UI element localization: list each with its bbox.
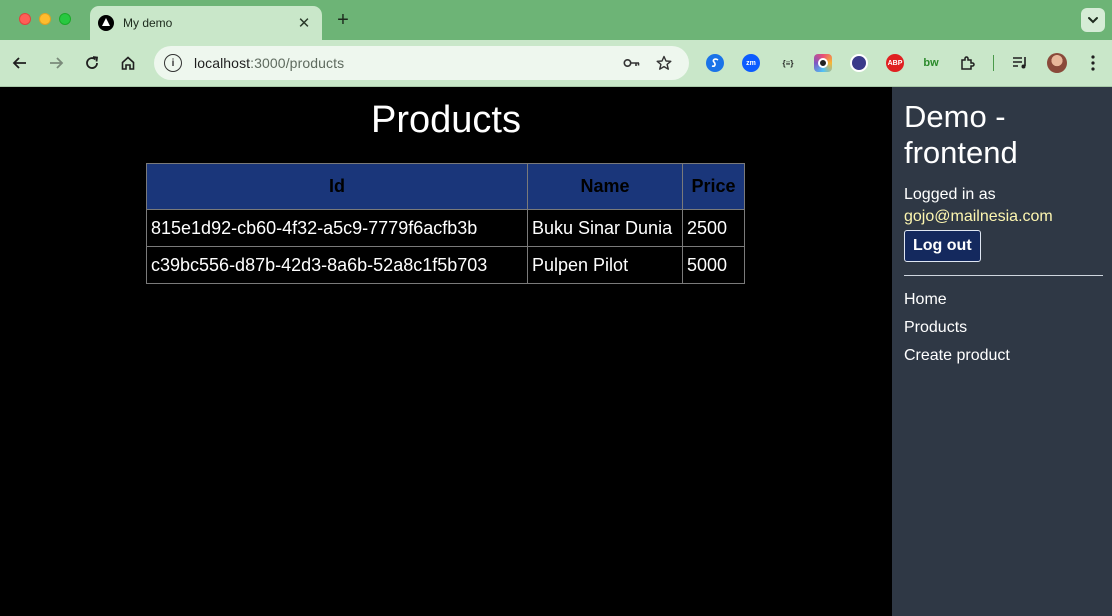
arrow-right-icon	[50, 57, 64, 69]
tab-favicon-icon	[98, 15, 114, 31]
cell-id: 815e1d92-cb60-4f32-a5c9-7779f6acfb3b	[146, 209, 528, 247]
extension-json-icon[interactable]: {≡}	[778, 54, 798, 72]
url-host: localhost	[194, 55, 251, 71]
table-header-row: Id Name Price	[146, 163, 745, 210]
arrow-left-icon	[12, 57, 26, 69]
reload-icon	[86, 56, 99, 69]
reload-button[interactable]	[79, 50, 105, 76]
column-header-name: Name	[527, 163, 683, 210]
password-key-icon[interactable]	[622, 53, 642, 73]
column-header-id: Id	[146, 163, 528, 210]
extension-zm-icon[interactable]: zm	[742, 54, 760, 72]
logged-in-label: Logged in as	[904, 186, 996, 203]
table-row: 815e1d92-cb60-4f32-a5c9-7779f6acfb3b Buk…	[146, 209, 745, 247]
url-path: :3000/products	[250, 55, 345, 71]
cell-id: c39bc556-d87b-42d3-8a6b-52a8c1f5b703	[146, 246, 528, 284]
menu-kebab-icon[interactable]	[1084, 54, 1102, 72]
tab-title: My demo	[123, 16, 173, 30]
extension-se-icon[interactable]	[850, 54, 868, 72]
toolbar-divider	[993, 55, 994, 71]
new-tab-button[interactable]: +	[332, 9, 354, 31]
page-viewport: Products Id Name Price 815e1d92-cb60-4f3…	[0, 87, 1112, 616]
tab-search-button[interactable]	[1081, 8, 1105, 32]
nav-link-products[interactable]: Products	[904, 319, 1103, 347]
extension-abp-icon[interactable]: ABP	[886, 54, 904, 72]
extension-color-icon[interactable]	[814, 54, 832, 72]
page-title: Products	[371, 99, 521, 141]
address-bar[interactable]: i localhost:3000/products	[154, 46, 689, 80]
back-button[interactable]	[7, 50, 33, 76]
extensions-puzzle-icon[interactable]	[958, 54, 976, 72]
extension-bw-icon[interactable]: bw	[922, 54, 940, 72]
cell-price: 5000	[682, 246, 745, 284]
media-controls-icon[interactable]	[1011, 54, 1029, 72]
site-info-icon[interactable]: i	[164, 54, 182, 72]
cell-name: Pulpen Pilot	[527, 246, 683, 284]
home-button[interactable]	[115, 50, 141, 76]
browser-titlebar: My demo ✕ +	[0, 0, 1112, 40]
browser-toolbar: i localhost:3000/products zm {≡} ABP bw	[0, 40, 1112, 87]
products-table: Id Name Price 815e1d92-cb60-4f32-a5c9-77…	[146, 163, 745, 284]
home-icon	[121, 56, 135, 70]
nav-link-create-product[interactable]: Create product	[904, 347, 1103, 375]
url-text: localhost:3000/products	[194, 55, 344, 71]
sidebar: Demo - frontend Logged in as gojo@mailne…	[892, 87, 1112, 616]
cell-name: Buku Sinar Dunia	[527, 209, 683, 247]
minimize-window-button[interactable]	[39, 13, 51, 25]
column-header-price: Price	[682, 163, 745, 210]
browser-tab[interactable]: My demo ✕	[90, 6, 322, 40]
nav-link-home[interactable]: Home	[904, 291, 1103, 319]
maximize-window-button[interactable]	[59, 13, 71, 25]
close-window-button[interactable]	[19, 13, 31, 25]
cell-price: 2500	[682, 209, 745, 247]
logout-button[interactable]: Log out	[904, 230, 981, 262]
bookmark-star-icon[interactable]	[654, 53, 674, 73]
user-email: gojo@mailnesia.com	[904, 208, 1053, 225]
app-brand: Demo - frontend	[904, 99, 1018, 170]
main-content: Products Id Name Price 815e1d92-cb60-4f3…	[0, 87, 892, 616]
sidebar-divider	[904, 275, 1103, 276]
forward-button[interactable]	[43, 50, 69, 76]
profile-avatar[interactable]	[1047, 53, 1067, 73]
tab-close-icon[interactable]: ✕	[294, 13, 314, 33]
extension-s-icon[interactable]	[706, 54, 724, 72]
chevron-down-icon	[1088, 17, 1098, 24]
sidebar-nav: Home Products Create product	[904, 291, 1103, 375]
table-row: c39bc556-d87b-42d3-8a6b-52a8c1f5b703 Pul…	[146, 246, 745, 284]
